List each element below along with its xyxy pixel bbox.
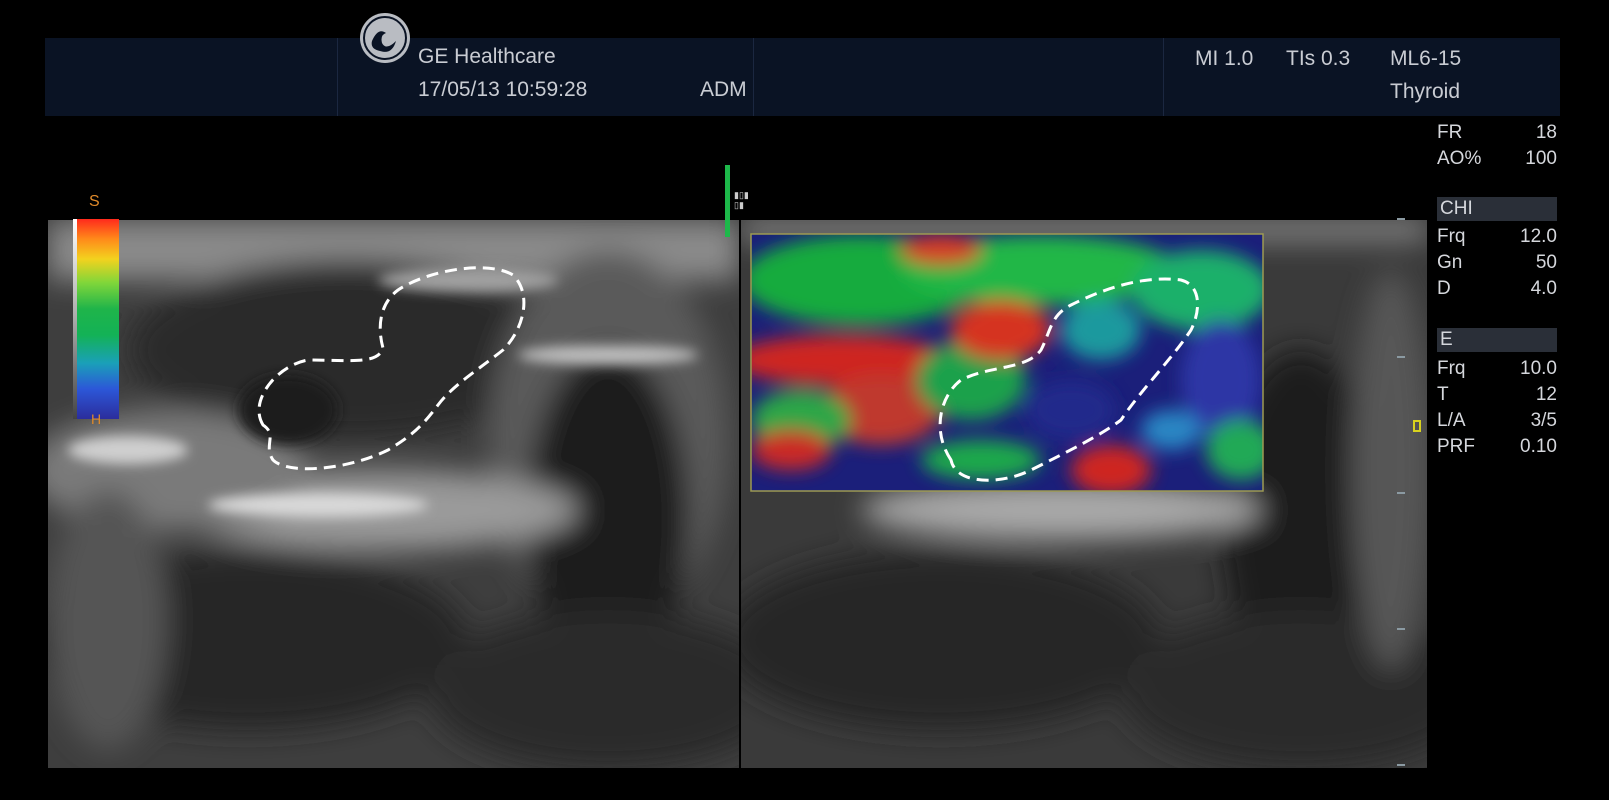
header-divider [337,38,338,116]
scale-top-label: S [89,193,100,210]
fr-value: 18 [1535,122,1557,143]
ge-logo-icon [360,13,410,63]
header-divider [753,38,754,116]
chi-gn-value: 50 [1535,252,1557,273]
chi-section-header: CHI [1437,197,1557,221]
focus-marker [1413,420,1421,432]
preset-name: Thyroid [1390,80,1461,103]
scale-bottom-label: H [91,411,102,427]
e-frq-value: 10.0 [1520,358,1557,379]
e-frq-label: Frq [1437,358,1466,379]
e-t-value: 12 [1535,384,1557,405]
fr-label: FR [1437,122,1463,143]
thermal-index: TIs 0.3 [1286,47,1351,70]
elastography-image-panel[interactable] [741,220,1427,768]
chi-frq-value: 12.0 [1520,226,1557,247]
focus-indicator [725,165,730,237]
probe-name: ML6-15 [1390,47,1462,70]
header-divider [1163,38,1164,116]
ao-label: AO% [1437,148,1482,169]
e-section-header: E [1437,328,1557,352]
focus-indicator-text: ▮▯▮ ▯▮ [734,190,749,210]
mechanical-index: MI 1.0 [1195,47,1254,70]
e-prf-value: 0.10 [1520,436,1557,457]
chi-gn-label: Gn [1437,252,1463,273]
chi-d-value: 4.0 [1530,278,1557,299]
e-la-value: 3/5 [1530,410,1557,431]
exam-datetime: 17/05/13 10:59:28 [418,78,588,101]
e-la-label: L/A [1437,410,1466,431]
elasticity-color-scale [77,219,119,419]
ao-value: 100 [1525,148,1557,169]
e-t-label: T [1437,384,1449,405]
bmode-image [48,220,739,768]
chi-frq-label: Frq [1437,226,1466,247]
brand-name: GE Healthcare [418,45,556,68]
elastography-image [741,220,1427,768]
operator-id: ADM [700,78,747,101]
bmode-image-panel[interactable] [48,220,739,768]
e-prf-label: PRF [1437,436,1475,457]
chi-d-label: D [1437,278,1451,299]
